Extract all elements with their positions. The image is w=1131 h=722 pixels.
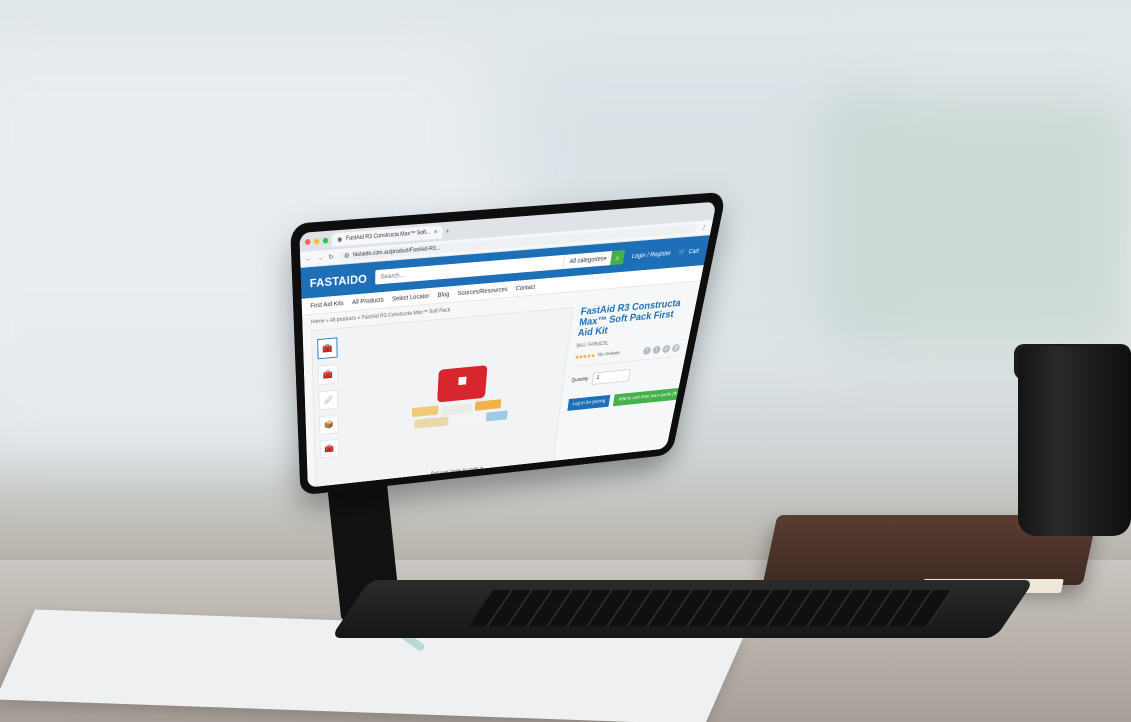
menu-icon[interactable]: ⋮ (700, 224, 707, 232)
rating-stars: ★★★★★ (574, 353, 596, 361)
nav-item-blog[interactable]: Blog (438, 291, 450, 298)
main-product-image[interactable]: Roll over image to zoom in (359, 308, 573, 488)
share-buttons: f t p @ (642, 343, 681, 355)
action-buttons: Log in for pricing Add to cart from your… (567, 386, 695, 411)
nav-item-all-products[interactable]: All Products (352, 297, 384, 306)
first-aid-kit-image (406, 362, 518, 441)
thumbnail[interactable]: 🧰 (317, 364, 338, 386)
login-link[interactable]: Login / Register (631, 250, 671, 259)
kit-item (451, 414, 484, 427)
minimize-window-icon[interactable] (313, 238, 320, 245)
maximize-window-icon[interactable] (322, 237, 329, 244)
login-for-pricing-button[interactable]: Log in for pricing (567, 394, 611, 411)
thumbnail[interactable]: 📦 (319, 414, 339, 435)
reload-icon[interactable]: ↻ (328, 253, 333, 261)
site-logo[interactable]: FASTAIDO (310, 271, 367, 289)
cart-label: Cart (688, 247, 700, 255)
kit-bag (437, 365, 488, 403)
search-icon: ⌕ (614, 252, 621, 262)
quantity-label: Quantity (571, 376, 589, 383)
address-text: fastaido.com.au/product/FastAid-R3... (353, 245, 440, 259)
close-window-icon[interactable] (304, 238, 311, 246)
back-icon[interactable]: ← (305, 255, 311, 262)
add-to-quote-button[interactable]: Add to cart from your quote (friendly) (613, 386, 695, 406)
new-tab-icon[interactable]: + (446, 228, 450, 235)
tab-title: FastAid R3 Constructa Max™ Soft... (345, 229, 431, 242)
nav-item-sources-resources[interactable]: Sources/Resources (457, 286, 507, 296)
favicon-icon: ◉ (336, 236, 343, 244)
share-twitter-icon[interactable]: t (652, 345, 662, 354)
nav-item-contact[interactable]: Contact (515, 284, 535, 292)
category-select-label: All categories (569, 255, 604, 265)
kit-item (414, 416, 449, 429)
thumbnail[interactable]: 🧰 (317, 337, 338, 360)
category-select[interactable]: All categories ▾ (563, 251, 613, 270)
product-gallery: 🧰 🧰 🩹 📦 🧰 Roll over image to zoom in (311, 307, 574, 488)
kit-item (411, 405, 439, 418)
thumbnail[interactable]: 🩹 (318, 389, 339, 411)
share-pinterest-icon[interactable]: p (661, 344, 671, 353)
product-content: 🧰 🧰 🩹 📦 🧰 Roll over image to zoom in Fas… (303, 296, 698, 488)
cart-icon: 🛒 (677, 249, 686, 257)
thumbnail-list: 🧰 🧰 🩹 📦 🧰 (312, 328, 351, 488)
product-info-panel: FastAid R3 Constructa Max™ Soft Pack Fir… (560, 297, 695, 468)
close-tab-icon[interactable]: × (434, 229, 438, 236)
nav-item-first-aid-kits[interactable]: First Aid Kits (310, 300, 343, 309)
kit-item (474, 399, 502, 411)
nav-item-select-locator[interactable]: Select Locator (392, 293, 430, 302)
thumbnail[interactable]: 🧰 (319, 438, 339, 459)
share-facebook-icon[interactable]: f (642, 346, 652, 355)
tablet: ◉ FastAid R3 Constructa Max™ Soft... × +… (0, 0, 1131, 722)
forward-icon[interactable]: → (317, 254, 323, 261)
kit-item (441, 403, 473, 416)
review-count[interactable]: No reviews (597, 351, 620, 358)
kit-item (485, 410, 508, 422)
tablet-frame: ◉ FastAid R3 Constructa Max™ Soft... × +… (290, 191, 727, 496)
chevron-down-icon: ▾ (602, 255, 607, 263)
site-info-icon[interactable]: ⚙ (344, 252, 350, 260)
quantity-row: Quantity (570, 355, 679, 387)
share-email-icon[interactable]: @ (671, 343, 681, 352)
quantity-input[interactable] (591, 368, 631, 385)
cart-link[interactable]: 🛒 Cart (678, 247, 700, 256)
search-button[interactable]: ⌕ (610, 249, 626, 266)
zoom-hint: Roll over image to zoom in (430, 466, 484, 477)
tablet-screen: ◉ FastAid R3 Constructa Max™ Soft... × +… (299, 201, 717, 488)
